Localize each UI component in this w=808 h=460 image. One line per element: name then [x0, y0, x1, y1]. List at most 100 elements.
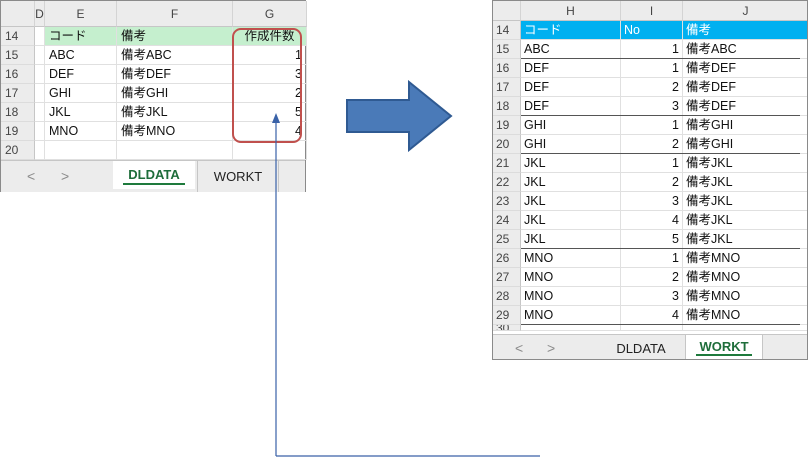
note-cell[interactable]: 備考DEF: [683, 78, 807, 97]
row-number[interactable]: 23: [493, 192, 521, 211]
row-number[interactable]: 16: [1, 65, 35, 84]
row-number[interactable]: 18: [493, 97, 521, 116]
header-no-cell[interactable]: No: [621, 21, 683, 40]
row-number[interactable]: 21: [493, 154, 521, 173]
row-number[interactable]: 22: [493, 173, 521, 192]
column-header-f[interactable]: F: [117, 1, 233, 27]
column-header-h[interactable]: H: [521, 1, 621, 21]
no-cell[interactable]: 3: [621, 287, 683, 306]
note-cell[interactable]: 備考JKL: [683, 211, 807, 230]
row-number[interactable]: 17: [1, 84, 35, 103]
note-cell[interactable]: 備考JKL: [117, 103, 233, 122]
cell-d[interactable]: [35, 103, 45, 122]
cell-e20[interactable]: [45, 141, 117, 160]
no-cell[interactable]: 1: [621, 59, 683, 78]
empty-cell[interactable]: [521, 325, 621, 331]
note-cell[interactable]: 備考DEF: [683, 59, 807, 78]
note-cell[interactable]: 備考GHI: [117, 84, 233, 103]
no-cell[interactable]: 5: [621, 230, 683, 249]
row-number[interactable]: 18: [1, 103, 35, 122]
row-number[interactable]: 28: [493, 287, 521, 306]
note-cell[interactable]: 備考GHI: [683, 135, 807, 154]
row-number[interactable]: 14: [493, 21, 521, 40]
note-cell[interactable]: 備考DEF: [117, 65, 233, 84]
code-cell[interactable]: DEF: [45, 65, 117, 84]
chevron-right-icon[interactable]: >: [61, 168, 69, 184]
no-cell[interactable]: 3: [621, 97, 683, 116]
cell-d14[interactable]: [35, 27, 45, 46]
code-cell[interactable]: JKL: [521, 154, 621, 173]
note-cell[interactable]: 備考JKL: [683, 192, 807, 211]
code-cell[interactable]: GHI: [521, 116, 621, 135]
code-cell[interactable]: JKL: [521, 192, 621, 211]
note-cell[interactable]: 備考MNO: [683, 287, 807, 306]
code-cell[interactable]: JKL: [45, 103, 117, 122]
column-header-e[interactable]: E: [45, 1, 117, 27]
row-number[interactable]: 26: [493, 249, 521, 268]
note-cell[interactable]: 備考ABC: [683, 40, 807, 59]
column-header-j[interactable]: J: [683, 1, 807, 21]
cell-d[interactable]: [35, 65, 45, 84]
row-number[interactable]: 15: [1, 46, 35, 65]
note-cell[interactable]: 備考MNO: [683, 268, 807, 287]
row-number[interactable]: 20: [493, 135, 521, 154]
note-cell[interactable]: 備考JKL: [683, 154, 807, 173]
row-number[interactable]: 20: [1, 141, 35, 160]
code-cell[interactable]: MNO: [521, 287, 621, 306]
tab-workt[interactable]: WORKT: [197, 161, 279, 192]
no-cell[interactable]: 2: [621, 78, 683, 97]
row-number[interactable]: 15: [493, 40, 521, 59]
row-number[interactable]: 16: [493, 59, 521, 78]
note-cell[interactable]: 備考DEF: [683, 97, 807, 116]
header-note-cell[interactable]: 備考: [117, 27, 233, 46]
note-cell[interactable]: 備考JKL: [683, 230, 807, 249]
no-cell[interactable]: 1: [621, 40, 683, 59]
header-note-cell[interactable]: 備考: [683, 21, 807, 40]
code-cell[interactable]: ABC: [45, 46, 117, 65]
row-number[interactable]: 27: [493, 268, 521, 287]
code-cell[interactable]: JKL: [521, 211, 621, 230]
code-cell[interactable]: DEF: [521, 97, 621, 116]
code-cell[interactable]: MNO: [521, 249, 621, 268]
no-cell[interactable]: 4: [621, 306, 683, 325]
column-header-g[interactable]: G: [233, 1, 307, 27]
cell-d[interactable]: [35, 84, 45, 103]
code-cell[interactable]: JKL: [521, 173, 621, 192]
empty-cell[interactable]: [621, 325, 683, 331]
code-cell[interactable]: MNO: [521, 268, 621, 287]
header-code-cell[interactable]: コード: [521, 21, 621, 40]
select-all-corner[interactable]: [493, 1, 521, 21]
note-cell[interactable]: 備考GHI: [683, 116, 807, 135]
row-number[interactable]: 19: [1, 122, 35, 141]
code-cell[interactable]: JKL: [521, 230, 621, 249]
code-cell[interactable]: DEF: [521, 59, 621, 78]
code-cell[interactable]: GHI: [45, 84, 117, 103]
empty-cell[interactable]: [683, 325, 807, 331]
no-cell[interactable]: 1: [621, 116, 683, 135]
row-number[interactable]: 14: [1, 27, 35, 46]
chevron-right-icon[interactable]: >: [547, 340, 555, 356]
column-header-i[interactable]: I: [621, 1, 683, 21]
code-cell[interactable]: GHI: [521, 135, 621, 154]
column-header-d[interactable]: D: [35, 1, 45, 27]
row-number[interactable]: 19: [493, 116, 521, 135]
header-code-cell[interactable]: コード: [45, 27, 117, 46]
row-number[interactable]: 25: [493, 230, 521, 249]
no-cell[interactable]: 2: [621, 268, 683, 287]
row-number[interactable]: 17: [493, 78, 521, 97]
cell-d[interactable]: [35, 122, 45, 141]
cell-d20[interactable]: [35, 141, 45, 160]
note-cell[interactable]: 備考ABC: [117, 46, 233, 65]
row-number[interactable]: 29: [493, 306, 521, 325]
cell-f20[interactable]: [117, 141, 233, 160]
code-cell[interactable]: DEF: [521, 78, 621, 97]
no-cell[interactable]: 3: [621, 192, 683, 211]
no-cell[interactable]: 1: [621, 249, 683, 268]
no-cell[interactable]: 2: [621, 173, 683, 192]
no-cell[interactable]: 1: [621, 154, 683, 173]
no-cell[interactable]: 2: [621, 135, 683, 154]
row-number[interactable]: 24: [493, 211, 521, 230]
chevron-left-icon[interactable]: <: [27, 168, 35, 184]
tab-workt[interactable]: WORKT: [685, 335, 763, 359]
note-cell[interactable]: 備考MNO: [117, 122, 233, 141]
